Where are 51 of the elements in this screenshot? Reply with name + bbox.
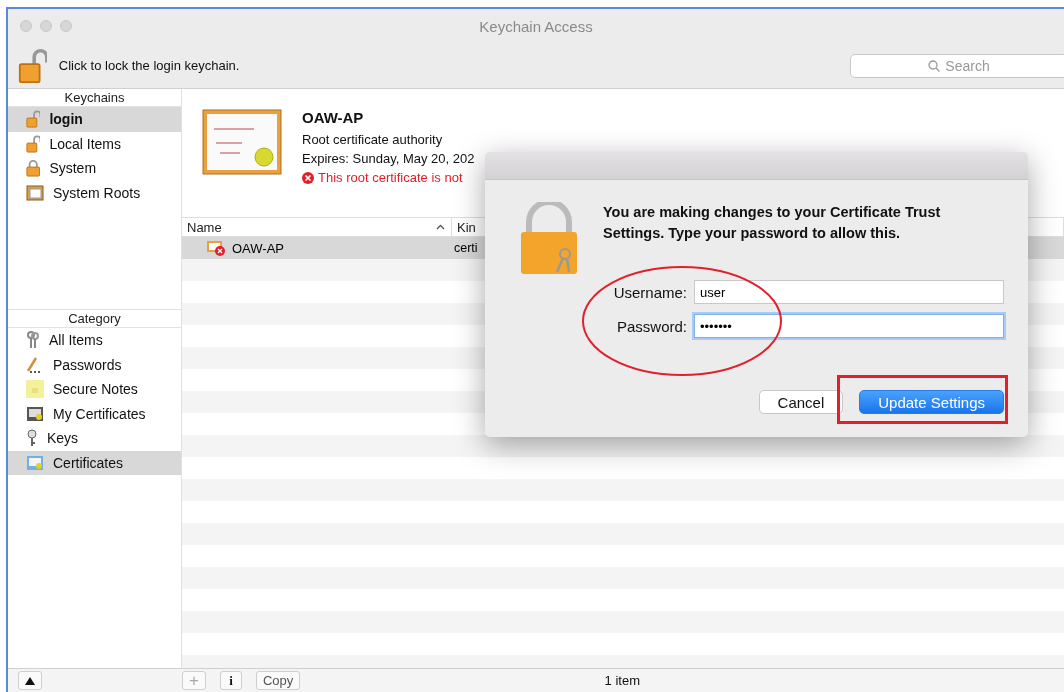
- note-icon: [26, 380, 44, 399]
- close-button[interactable]: [20, 20, 32, 32]
- field-label: Username:: [612, 283, 687, 301]
- certificate-error-icon: [206, 240, 226, 256]
- certificate-icon: [26, 454, 44, 471]
- lock-button[interactable]: [18, 47, 47, 84]
- expiry-date: Expires: Sunday, May 20, 202: [302, 151, 475, 166]
- category-item[interactable]: Keys: [8, 426, 181, 451]
- open-padlock-icon: [18, 47, 47, 84]
- trust-warning: This root certificate is not: [318, 170, 463, 185]
- field-label: Password:: [615, 317, 687, 335]
- triangle-icon: [25, 676, 35, 685]
- lock-status-text: Click to lock the login keychain.: [58, 58, 241, 73]
- table-cell: OAW-AP: [232, 240, 284, 256]
- info-button[interactable]: i: [219, 671, 242, 690]
- zoom-button[interactable]: [60, 20, 72, 32]
- certificate-folder-icon: [26, 184, 44, 201]
- category-item[interactable]: All Items: [8, 328, 181, 353]
- dialog-message: You are making changes to your Certificate Trust Settings. Type your password to allow this.: [603, 203, 942, 243]
- certificate-name: OAW-AP: [302, 109, 365, 126]
- category-item[interactable]: Passwords: [8, 352, 181, 377]
- update-button[interactable]: Update Settings: [859, 390, 1004, 414]
- input-field[interactable]: •••••••: [694, 314, 1004, 338]
- keys-icon: [26, 331, 40, 350]
- cancel-button[interactable]: Cancel: [758, 390, 844, 414]
- open-padlock-icon: [26, 110, 41, 129]
- padlock-with-keys-icon: [519, 202, 579, 276]
- minimize-button[interactable]: [40, 20, 52, 32]
- keychain-item[interactable]: System Roots: [8, 180, 181, 205]
- sidebar-toggle-button[interactable]: [18, 671, 42, 690]
- window-title: Keychain Access: [478, 17, 594, 35]
- keychain-item[interactable]: Local Items: [8, 131, 181, 156]
- key-icon: [26, 429, 38, 448]
- sort-caret-icon: [436, 224, 445, 230]
- table-cell: certi: [454, 241, 478, 255]
- copy-button[interactable]: Copy: [255, 671, 301, 690]
- padlock-icon: [26, 159, 41, 178]
- certificate-type: Root certificate authority: [302, 132, 444, 147]
- error-icon: [302, 171, 314, 184]
- input-field[interactable]: user: [694, 280, 1004, 304]
- open-padlock-icon: [26, 134, 41, 153]
- keychain-item[interactable]: login: [8, 107, 181, 132]
- category-item[interactable]: Secure Notes: [8, 377, 181, 402]
- item-count: 1 item: [604, 673, 640, 688]
- column-header[interactable]: Name: [182, 218, 452, 236]
- search-icon: [928, 59, 941, 72]
- category-item[interactable]: Certificates: [8, 450, 181, 475]
- section-header: Category: [8, 310, 181, 328]
- category-item[interactable]: My Certificates: [8, 401, 181, 426]
- certificate-icon: [26, 405, 44, 422]
- keychain-item[interactable]: System: [8, 156, 181, 181]
